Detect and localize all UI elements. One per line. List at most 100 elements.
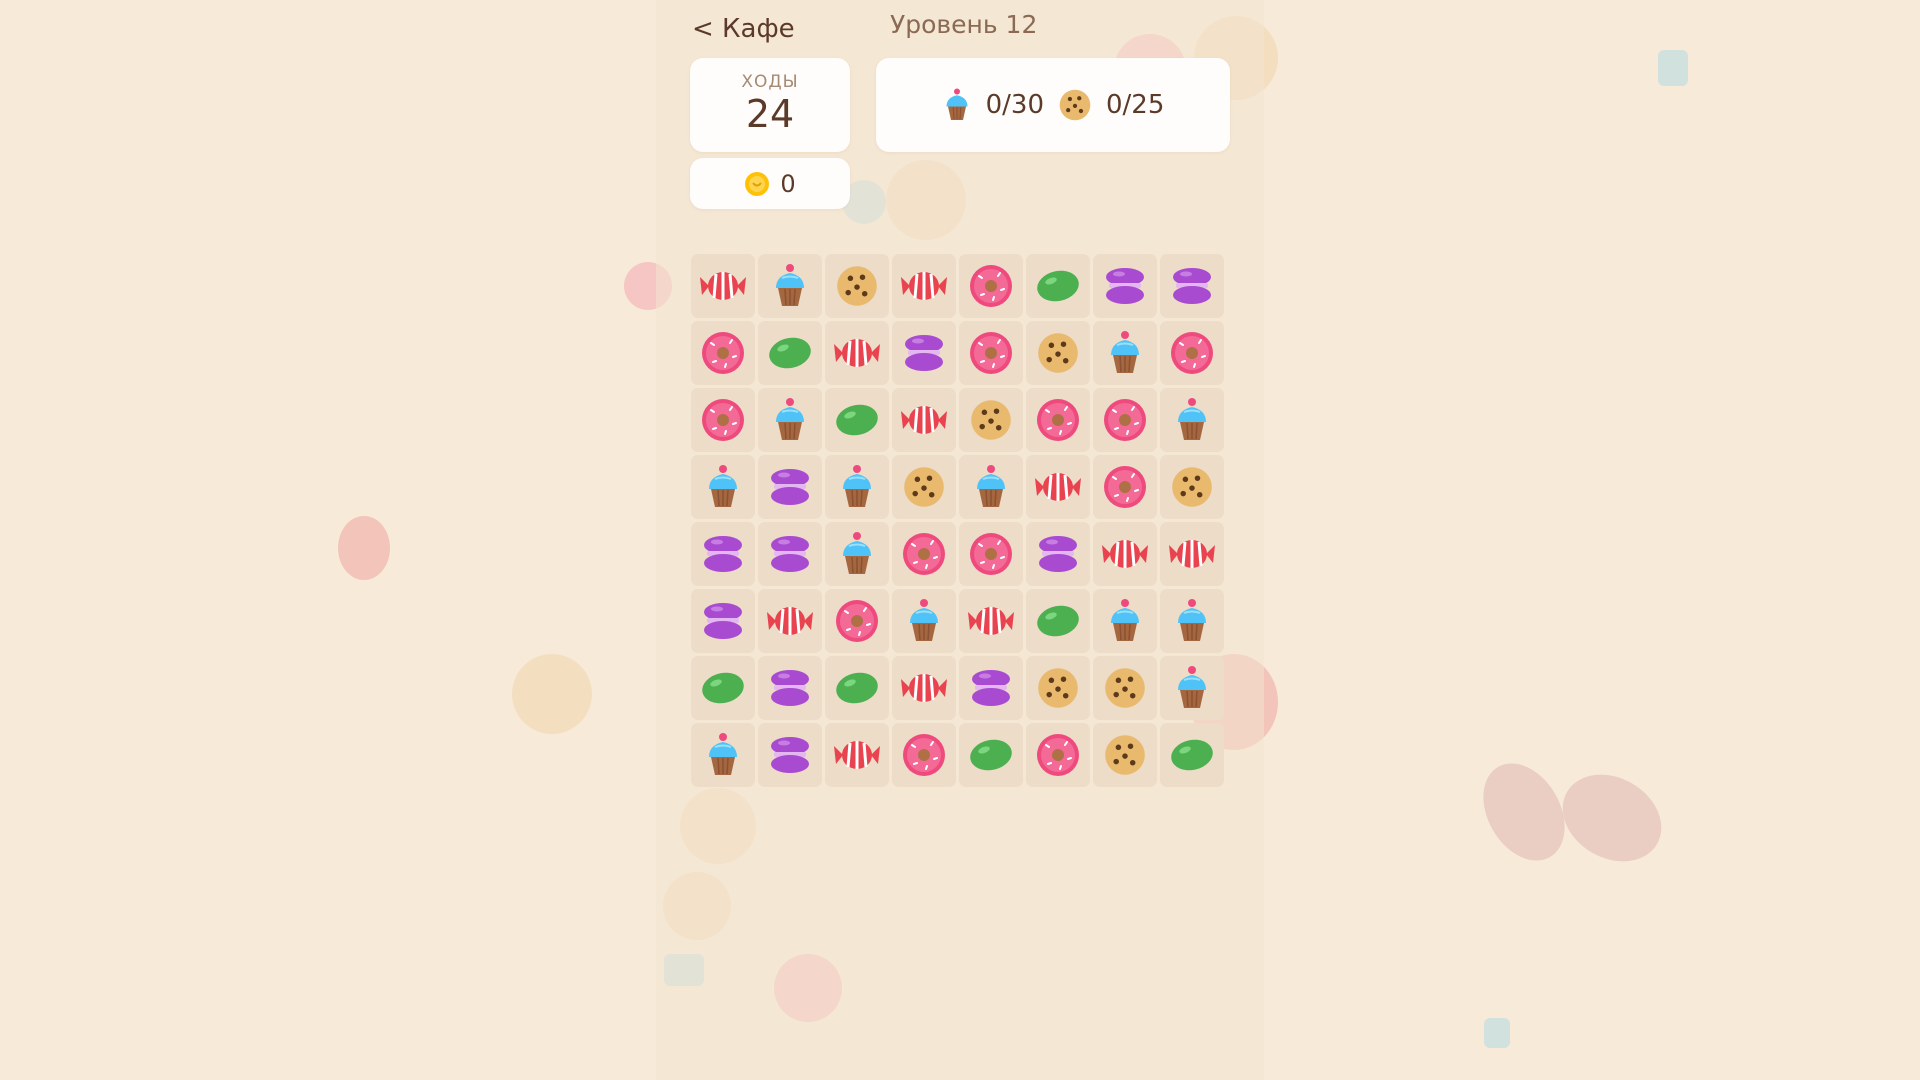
donut-icon (900, 530, 948, 578)
board-cell[interactable] (825, 656, 889, 720)
board-cell[interactable] (1160, 455, 1224, 519)
candy-icon (899, 261, 949, 311)
cupcake-icon (837, 530, 877, 578)
board-cell[interactable] (758, 656, 822, 720)
goal-cookies: 0/25 (1058, 88, 1164, 122)
macaron-icon (1036, 534, 1080, 574)
moves-card: ХОДЫ 24 (690, 58, 850, 152)
board-cell[interactable] (1093, 522, 1157, 586)
board-cell[interactable] (892, 388, 956, 452)
jellybean-icon (967, 735, 1015, 775)
goal-cupcakes-progress: 0/30 (985, 90, 1044, 120)
jellybean-icon (1034, 601, 1082, 641)
board-cell[interactable] (959, 589, 1023, 653)
level-title: Уровень 12 (890, 10, 1038, 39)
board-cell[interactable] (1160, 522, 1224, 586)
macaron-icon (701, 534, 745, 574)
board-cell[interactable] (758, 254, 822, 318)
donut-icon (833, 597, 881, 645)
board-cell[interactable] (758, 589, 822, 653)
board-cell[interactable] (758, 455, 822, 519)
board-cell[interactable] (892, 254, 956, 318)
board-cell[interactable] (1026, 455, 1090, 519)
board-cell[interactable] (691, 455, 755, 519)
board-cell[interactable] (691, 254, 755, 318)
board-cell[interactable] (1160, 254, 1224, 318)
cupcake-icon (837, 463, 877, 511)
candy-icon (832, 328, 882, 378)
board-cell[interactable] (1026, 321, 1090, 385)
board-cell[interactable] (1160, 321, 1224, 385)
board-cell[interactable] (825, 321, 889, 385)
board-cell[interactable] (959, 455, 1023, 519)
board-cell[interactable] (691, 723, 755, 787)
board-cell[interactable] (1093, 254, 1157, 318)
candy-icon (765, 596, 815, 646)
candy-icon (899, 663, 949, 713)
board-cell[interactable] (1160, 723, 1224, 787)
donut-icon (1034, 731, 1082, 779)
cupcake-icon (703, 463, 743, 511)
board-cell[interactable] (1093, 723, 1157, 787)
board-cell[interactable] (825, 455, 889, 519)
board-cell[interactable] (1026, 723, 1090, 787)
board-cell[interactable] (959, 723, 1023, 787)
board-cell[interactable] (825, 388, 889, 452)
board-cell[interactable] (892, 522, 956, 586)
board-cell[interactable] (691, 321, 755, 385)
board-cell[interactable] (1093, 455, 1157, 519)
board-cell[interactable] (691, 589, 755, 653)
cupcake-icon (770, 262, 810, 310)
board-cell[interactable] (825, 522, 889, 586)
cookie-icon (1170, 465, 1214, 509)
cookie-icon (902, 465, 946, 509)
board-cell[interactable] (1026, 254, 1090, 318)
board-cell[interactable] (691, 388, 755, 452)
board-cell[interactable] (1093, 656, 1157, 720)
board-cell[interactable] (959, 388, 1023, 452)
board-cell[interactable] (1093, 589, 1157, 653)
candy-icon (1033, 462, 1083, 512)
board-cell[interactable] (892, 723, 956, 787)
donut-icon (967, 262, 1015, 310)
board-cell[interactable] (758, 321, 822, 385)
board-cell[interactable] (1160, 388, 1224, 452)
board-cell[interactable] (758, 723, 822, 787)
board-cell[interactable] (959, 254, 1023, 318)
board-cell[interactable] (1160, 656, 1224, 720)
board-cell[interactable] (758, 388, 822, 452)
macaron-icon (969, 668, 1013, 708)
cupcake-icon (770, 396, 810, 444)
donut-icon (967, 329, 1015, 377)
board-cell[interactable] (691, 522, 755, 586)
cookie-icon (1036, 666, 1080, 710)
board-cell[interactable] (1026, 656, 1090, 720)
board-cell[interactable] (959, 656, 1023, 720)
board-cell[interactable] (892, 321, 956, 385)
board-cell[interactable] (959, 522, 1023, 586)
board-cell[interactable] (825, 254, 889, 318)
board-cell[interactable] (825, 589, 889, 653)
cupcake-icon (1105, 329, 1145, 377)
board-cell[interactable] (758, 522, 822, 586)
board-cell[interactable] (1160, 589, 1224, 653)
board-cell[interactable] (1026, 522, 1090, 586)
board-cell[interactable] (892, 455, 956, 519)
board-cell[interactable] (892, 589, 956, 653)
board-cell[interactable] (1093, 321, 1157, 385)
board-cell[interactable] (959, 321, 1023, 385)
moves-label: ХОДЫ (741, 72, 799, 92)
board-cell[interactable] (1093, 388, 1157, 452)
jellybean-icon (699, 668, 747, 708)
back-to-cafe-button[interactable]: < Кафе (692, 14, 795, 44)
board-cell[interactable] (1026, 388, 1090, 452)
board-cell[interactable] (1026, 589, 1090, 653)
jellybean-icon (1034, 266, 1082, 306)
board-cell[interactable] (691, 656, 755, 720)
board-cell[interactable] (892, 656, 956, 720)
board-cell[interactable] (825, 723, 889, 787)
cupcake-icon (971, 463, 1011, 511)
cookie-icon (1103, 733, 1147, 777)
jellybean-icon (833, 668, 881, 708)
cupcake-icon (1172, 396, 1212, 444)
